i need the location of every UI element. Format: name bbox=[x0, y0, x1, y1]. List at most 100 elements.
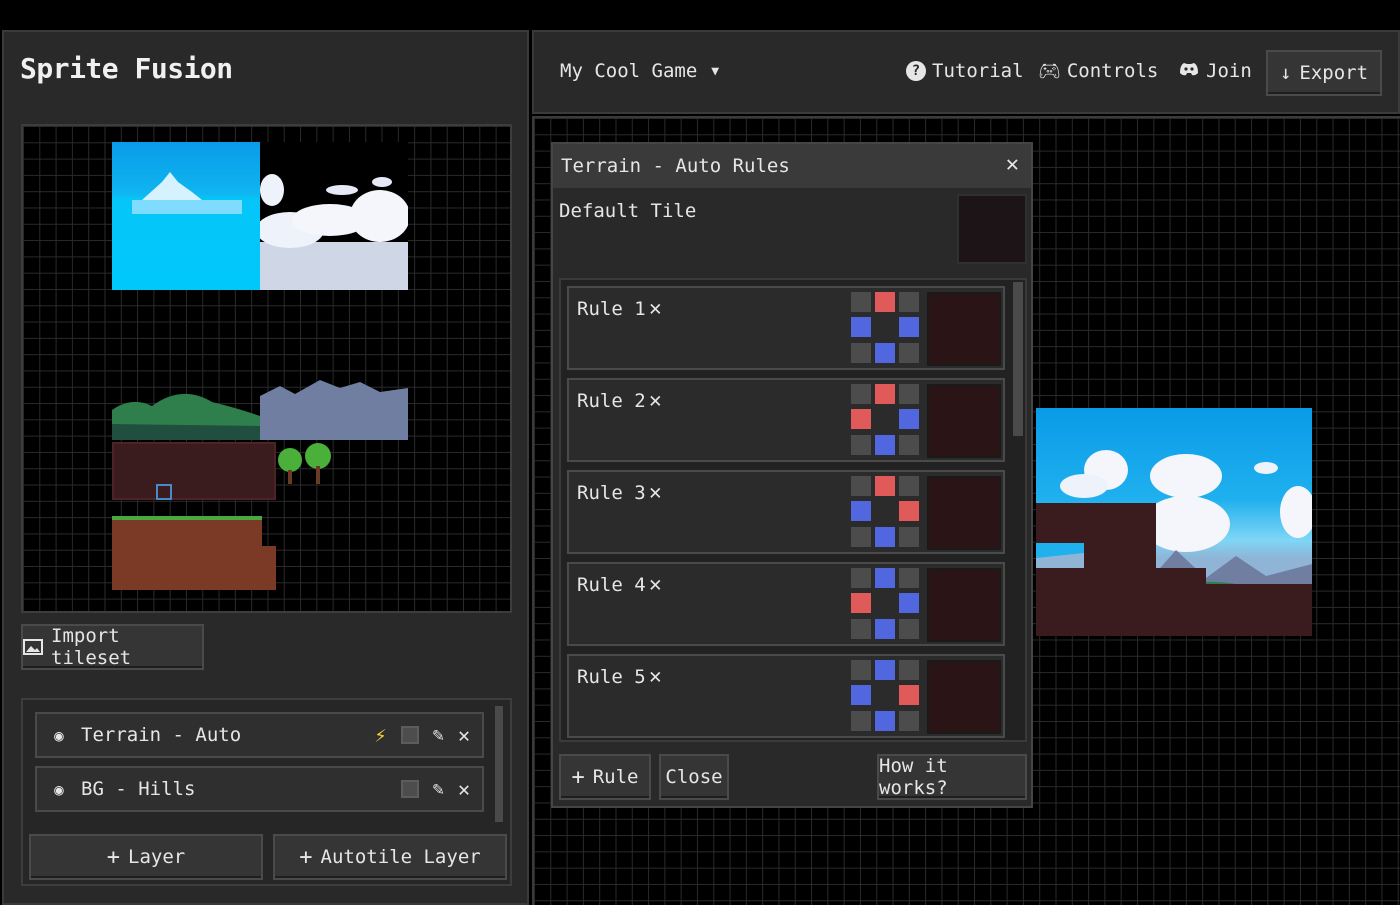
tileset-dirt-corner[interactable] bbox=[260, 546, 276, 590]
rule-neighbor-cell[interactable] bbox=[899, 710, 919, 731]
tutorial-link[interactable]: ? Tutorial bbox=[906, 60, 1024, 82]
rule-neighbor-cell[interactable] bbox=[875, 526, 895, 547]
delete-rule-icon[interactable]: ✕ bbox=[649, 572, 662, 596]
close-button[interactable]: Close bbox=[659, 754, 729, 800]
rule-neighbor-cell[interactable] bbox=[899, 593, 919, 614]
rule-result-tile[interactable] bbox=[927, 476, 1001, 550]
rule-neighbor-cell[interactable] bbox=[899, 618, 919, 639]
rule-neighbor-cell[interactable] bbox=[875, 317, 895, 337]
rule-neighbor-cell[interactable] bbox=[899, 660, 919, 680]
rule-neighbor-cell[interactable] bbox=[851, 292, 871, 312]
rule-neighbor-cell[interactable] bbox=[851, 434, 871, 455]
rule-neighbor-cell[interactable] bbox=[875, 618, 895, 639]
rule-neighbor-cell[interactable] bbox=[851, 618, 871, 639]
tileset-dirt-block[interactable] bbox=[112, 442, 276, 500]
visibility-icon[interactable]: ◉ bbox=[37, 780, 81, 799]
export-button[interactable]: ↓ Export bbox=[1266, 50, 1382, 96]
edit-pencil-icon[interactable]: ✎ bbox=[433, 778, 444, 800]
rule-neighbor-cell[interactable] bbox=[875, 593, 895, 613]
rule-neighbor-cell[interactable] bbox=[851, 501, 871, 522]
rule-neighbor-cell[interactable] bbox=[875, 501, 895, 521]
rule-neighbor-grid[interactable] bbox=[851, 476, 923, 548]
rule-neighbor-cell[interactable] bbox=[851, 526, 871, 547]
rule-neighbor-grid[interactable] bbox=[851, 568, 923, 640]
rule-result-tile[interactable] bbox=[927, 660, 1001, 734]
rule-neighbor-cell[interactable] bbox=[851, 342, 871, 363]
rule-neighbor-cell[interactable] bbox=[851, 317, 871, 338]
tileset-grass-dirt[interactable] bbox=[112, 516, 262, 590]
layer-lock-checkbox[interactable] bbox=[400, 726, 419, 744]
rule-neighbor-cell[interactable] bbox=[875, 384, 895, 404]
delete-layer-icon[interactable]: ✕ bbox=[458, 723, 470, 747]
add-rule-button[interactable]: + Rule bbox=[559, 754, 651, 800]
rule-neighbor-cell[interactable] bbox=[875, 409, 895, 429]
rule-neighbor-cell[interactable] bbox=[899, 292, 919, 312]
rule-neighbor-cell[interactable] bbox=[899, 501, 919, 522]
add-layer-button[interactable]: + Layer bbox=[29, 834, 263, 880]
layer-row[interactable]: ◉ Terrain - Auto ⚡ ✎ ✕ bbox=[35, 712, 484, 758]
tileset-sky-tile[interactable] bbox=[112, 142, 260, 290]
rule-neighbor-cell[interactable] bbox=[851, 660, 871, 680]
rule-neighbor-cell[interactable] bbox=[899, 526, 919, 547]
rule-neighbor-cell[interactable] bbox=[875, 660, 895, 680]
rule-result-tile[interactable] bbox=[927, 292, 1001, 366]
rule-card[interactable]: Rule 1 ✕ bbox=[567, 286, 1005, 370]
rule-card[interactable]: Rule 2 ✕ bbox=[567, 378, 1005, 462]
delete-rule-icon[interactable]: ✕ bbox=[649, 388, 662, 412]
layer-row[interactable]: ◉ BG - Hills ✎ ✕ bbox=[35, 766, 484, 812]
rule-card[interactable]: Rule 3 ✕ bbox=[567, 470, 1005, 554]
rule-result-tile[interactable] bbox=[927, 384, 1001, 458]
delete-layer-icon[interactable]: ✕ bbox=[458, 777, 470, 801]
rule-neighbor-cell[interactable] bbox=[851, 710, 871, 731]
import-tileset-button[interactable]: Import tileset bbox=[21, 624, 204, 670]
tileset-clouds-tile[interactable] bbox=[256, 142, 410, 290]
tileset-hills-tile[interactable] bbox=[112, 386, 260, 440]
rule-neighbor-cell[interactable] bbox=[899, 568, 919, 588]
rule-neighbor-cell[interactable] bbox=[875, 710, 895, 731]
close-icon[interactable]: ✕ bbox=[1006, 152, 1019, 177]
delete-rule-icon[interactable]: ✕ bbox=[649, 480, 662, 504]
rule-neighbor-cell[interactable] bbox=[851, 568, 871, 588]
layer-lock-checkbox[interactable] bbox=[400, 780, 419, 798]
rule-neighbor-cell[interactable] bbox=[851, 476, 871, 496]
default-tile-slot[interactable] bbox=[957, 194, 1027, 264]
rule-neighbor-cell[interactable] bbox=[899, 476, 919, 496]
rule-neighbor-grid[interactable] bbox=[851, 292, 923, 364]
rule-neighbor-cell[interactable] bbox=[899, 342, 919, 363]
rule-neighbor-cell[interactable] bbox=[875, 292, 895, 312]
rule-neighbor-cell[interactable] bbox=[899, 685, 919, 706]
rule-neighbor-cell[interactable] bbox=[851, 685, 871, 706]
rule-card[interactable]: Rule 4 ✕ bbox=[567, 562, 1005, 646]
project-selector[interactable]: My Cool Game ▼ bbox=[560, 60, 719, 82]
tileset-selected-tile[interactable] bbox=[156, 484, 172, 500]
autotile-bolt-icon[interactable]: ⚡ bbox=[374, 723, 386, 747]
controls-link[interactable]: 🎮︎ Controls bbox=[1038, 60, 1158, 82]
rule-neighbor-cell[interactable] bbox=[875, 568, 895, 588]
rule-neighbor-grid[interactable] bbox=[851, 660, 923, 732]
rule-neighbor-cell[interactable] bbox=[899, 409, 919, 430]
rule-neighbor-cell[interactable] bbox=[899, 434, 919, 455]
rule-neighbor-cell[interactable] bbox=[875, 342, 895, 363]
join-link[interactable]: Join bbox=[1178, 60, 1252, 82]
edit-pencil-icon[interactable]: ✎ bbox=[433, 724, 444, 746]
rule-neighbor-cell[interactable] bbox=[899, 317, 919, 338]
rules-list[interactable]: Rule 1 ✕ Rule 2 ✕ Rule 3 ✕ Rule 4 ✕ Rule… bbox=[559, 278, 1027, 742]
tileset-mountains-tile[interactable] bbox=[260, 378, 408, 440]
rule-neighbor-cell[interactable] bbox=[851, 384, 871, 404]
how-it-works-button[interactable]: How it works? bbox=[877, 754, 1027, 800]
rule-neighbor-cell[interactable] bbox=[875, 476, 895, 496]
layers-scrollbar[interactable] bbox=[495, 706, 503, 822]
rule-neighbor-grid[interactable] bbox=[851, 384, 923, 456]
rule-neighbor-cell[interactable] bbox=[851, 409, 871, 430]
tileset-preview[interactable] bbox=[21, 124, 512, 613]
rule-result-tile[interactable] bbox=[927, 568, 1001, 642]
rule-neighbor-cell[interactable] bbox=[899, 384, 919, 404]
rule-neighbor-cell[interactable] bbox=[851, 593, 871, 614]
map-scene[interactable] bbox=[1036, 408, 1312, 636]
delete-rule-icon[interactable]: ✕ bbox=[649, 296, 662, 320]
rule-neighbor-cell[interactable] bbox=[875, 685, 895, 705]
tileset-trees[interactable] bbox=[276, 442, 338, 486]
rule-neighbor-cell[interactable] bbox=[875, 434, 895, 455]
visibility-icon[interactable]: ◉ bbox=[37, 726, 81, 745]
add-autotile-layer-button[interactable]: + Autotile Layer bbox=[273, 834, 507, 880]
